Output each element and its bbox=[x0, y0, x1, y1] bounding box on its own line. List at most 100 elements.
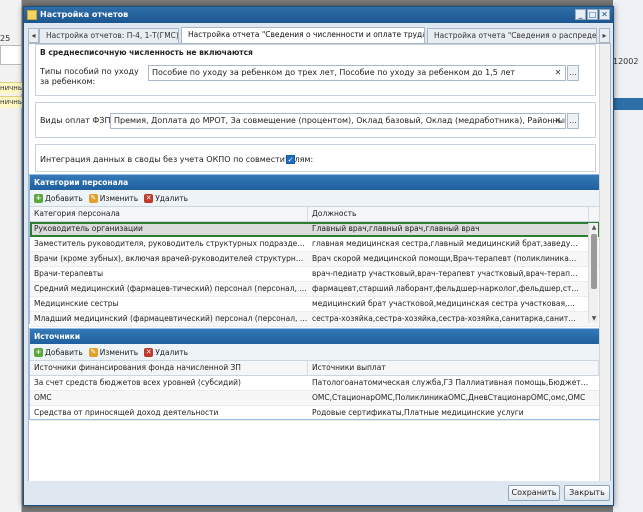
integration-fieldset: Интеграция данных в своды без учета ОКПО… bbox=[35, 144, 596, 172]
close-button[interactable]: Закрыть bbox=[564, 485, 610, 501]
scroll-thumb[interactable] bbox=[591, 234, 597, 289]
fzp-fieldset: Виды оплат ФЗП: Премия, Доплата до МРОТ,… bbox=[35, 102, 596, 138]
add-label: Добавить bbox=[45, 347, 83, 357]
background-selection-bar bbox=[613, 98, 643, 110]
minimize-button[interactable]: _ bbox=[575, 9, 586, 20]
tab-scroll-right-icon[interactable]: ▸ bbox=[599, 28, 610, 43]
column-header-position[interactable]: Должность bbox=[308, 207, 589, 221]
edit-icon: ✎ bbox=[88, 193, 98, 203]
categories-toolbar: + Добавить ✎ Изменить ✕ Удалить bbox=[30, 190, 599, 207]
table-row[interactable]: Средства от приносящей доход деятельност… bbox=[30, 406, 599, 421]
table-row[interactable]: Руководитель организации Главный врач,гл… bbox=[30, 222, 599, 237]
edit-label: Изменить bbox=[99, 347, 139, 357]
edit-source-button[interactable]: ✎ Изменить bbox=[88, 347, 139, 357]
dialog-footer: Сохранить Закрыть bbox=[24, 481, 613, 505]
delete-icon: ✕ bbox=[144, 193, 154, 203]
edit-icon: ✎ bbox=[88, 347, 98, 357]
delete-label: Удалить bbox=[155, 193, 189, 203]
table-row[interactable]: Младший медицинский (фармацевтический) п… bbox=[30, 312, 599, 327]
table-row[interactable]: Врачи-терапевты врач-педиатр участковый,… bbox=[30, 267, 599, 282]
benefit-types-label: Типы пособий по уходу за ребенком: bbox=[40, 67, 139, 86]
category-cell: Врачи (кроме зубных), включая врачей-рук… bbox=[34, 254, 308, 263]
payment-source-cell: Патологоанатомическая служба,ГЗ Паллиати… bbox=[312, 378, 593, 387]
table-row[interactable]: Медицинские сестры медицинский брат учас… bbox=[30, 297, 599, 312]
scroll-down-icon[interactable]: ▼ bbox=[589, 314, 599, 323]
sources-header: Источники bbox=[30, 329, 599, 344]
maximize-button[interactable]: □ bbox=[587, 9, 598, 20]
background-list-item: ничны bbox=[0, 96, 22, 108]
tab-strip: ◂ Настройка отчетов: П-4, 1-Т(ГМС), 1-Т … bbox=[28, 27, 611, 43]
categories-grid-header: Категория персонала Должность bbox=[30, 207, 599, 222]
tab-distribution-report[interactable]: Настройка отчета "Сведения о распределен… bbox=[427, 28, 597, 43]
add-icon: + bbox=[34, 193, 43, 203]
delete-icon: ✕ bbox=[144, 347, 154, 357]
sources-toolbar: + Добавить ✎ Изменить ✕ Удалить bbox=[30, 344, 599, 361]
exclusions-title: В среднесписочную численность не включаю… bbox=[40, 48, 253, 57]
benefit-types-select-button[interactable]: … bbox=[567, 65, 579, 81]
position-cell: медицинский брат участковой,медицинская … bbox=[312, 299, 579, 308]
content-scrollbar[interactable] bbox=[599, 44, 610, 482]
background-app-right: 12002 bbox=[613, 0, 643, 512]
column-header-funding-source[interactable]: Источники финансирования фонда начисленн… bbox=[30, 361, 308, 375]
sources-panel: Источники + Добавить ✎ Изменить ✕ Удалить И… bbox=[29, 328, 600, 421]
delete-label: Удалить bbox=[155, 347, 189, 357]
column-header-category[interactable]: Категория персонала bbox=[30, 207, 308, 221]
categories-header: Категории персонала bbox=[30, 175, 599, 190]
save-button[interactable]: Сохранить bbox=[508, 485, 560, 501]
fzp-select-button[interactable]: … bbox=[567, 113, 579, 129]
integration-checkbox[interactable]: ✓ bbox=[286, 155, 295, 164]
position-cell: врач-педиатр участковый,врач-терапевт уч… bbox=[312, 269, 579, 278]
delete-source-button[interactable]: ✕ Удалить bbox=[144, 347, 189, 357]
edit-category-button[interactable]: ✎ Изменить bbox=[88, 193, 139, 203]
sources-grid-header: Источники финансирования фонда начисленн… bbox=[30, 361, 599, 376]
category-cell: Врачи-терапевты bbox=[34, 269, 104, 278]
table-row[interactable]: Врачи (кроме зубных), включая врачей-рук… bbox=[30, 252, 599, 267]
column-header-payment-source[interactable]: Источники выплат bbox=[308, 361, 599, 375]
tab-report-p4[interactable]: Настройка отчетов: П-4, 1-Т(ГМС), 1-Т bbox=[39, 28, 179, 43]
clear-icon[interactable]: ✕ bbox=[553, 66, 563, 80]
delete-category-button[interactable]: ✕ Удалить bbox=[144, 193, 189, 203]
close-window-button[interactable]: ✕ bbox=[599, 9, 610, 20]
background-number: 25 bbox=[0, 34, 11, 43]
window-titlebar[interactable]: Настройка отчетов _ □ ✕ bbox=[24, 7, 613, 23]
position-cell: Главный врач,главный врач,главный врач bbox=[312, 224, 480, 233]
category-cell: Заместитель руководителя, руководитель с… bbox=[34, 239, 308, 248]
scroll-up-icon[interactable]: ▲ bbox=[589, 223, 599, 232]
category-cell: Медицинские сестры bbox=[34, 299, 119, 308]
benefit-types-field[interactable]: Пособие по уходу за ребенком до трех лет… bbox=[148, 65, 566, 81]
app-icon bbox=[27, 10, 37, 20]
exclusions-fieldset: В среднесписочную численность не включаю… bbox=[35, 44, 596, 96]
position-cell: фармацевт,старший лаборант,фельдшер-нарк… bbox=[312, 284, 579, 293]
position-cell: сестра-хозяйка,сестра-хозяйка,сестра-хоз… bbox=[312, 314, 579, 323]
categories-panel: Категории персонала + Добавить ✎ Изменить … bbox=[29, 174, 600, 327]
payment-source-cell: ОМС,СтационарОМС,ПоликлиникаОМС,ДневСтац… bbox=[312, 393, 586, 402]
report-settings-window: Настройка отчетов _ □ ✕ ◂ Настройка отче… bbox=[23, 6, 614, 506]
edit-label: Изменить bbox=[99, 193, 139, 203]
categories-scrollbar[interactable]: ▲ ▼ bbox=[588, 223, 598, 323]
table-row[interactable]: За счет средств бюджетов всех уровней (с… bbox=[30, 376, 599, 391]
tab-staff-pay-report[interactable]: Настройка отчета "Сведения о численности… bbox=[181, 27, 425, 43]
clear-icon[interactable]: ✕ bbox=[553, 114, 563, 128]
funding-source-cell: За счет средств бюджетов всех уровней (с… bbox=[34, 378, 241, 387]
payment-source-cell: Родовые сертификаты,Платные медицинские … bbox=[312, 408, 524, 417]
add-category-button[interactable]: + Добавить bbox=[34, 193, 83, 203]
add-label: Добавить bbox=[45, 193, 83, 203]
integration-label: Интеграция данных в своды без учета ОКПО… bbox=[40, 155, 314, 164]
fzp-field[interactable]: Премия, Доплата до МРОТ, За совмещение (… bbox=[110, 113, 566, 129]
position-cell: Врач скорой медицинской помощи,Врач-тера… bbox=[312, 254, 579, 263]
add-icon: + bbox=[34, 347, 43, 357]
add-source-button[interactable]: + Добавить bbox=[34, 347, 83, 357]
category-cell: Младший медицинский (фармацевтический) п… bbox=[34, 314, 308, 323]
background-app-left: 25 ничны ничны bbox=[0, 0, 22, 512]
table-row[interactable]: ОМС ОМС,СтационарОМС,ПоликлиникаОМС,Днев… bbox=[30, 391, 599, 406]
position-cell: главная медицинская сестра,главный медиц… bbox=[312, 239, 579, 248]
table-row[interactable]: Средний медицинский (фармацев-тический) … bbox=[30, 282, 599, 297]
category-cell: Средний медицинский (фармацев-тический) … bbox=[34, 284, 308, 293]
tab-scroll-left-icon[interactable]: ◂ bbox=[28, 28, 39, 43]
table-row[interactable]: Заместитель руководителя, руководитель с… bbox=[30, 237, 599, 252]
funding-source-cell: Средства от приносящей доход деятельност… bbox=[34, 408, 219, 417]
background-right-text: 12002 bbox=[613, 57, 639, 66]
window-title: Настройка отчетов bbox=[40, 10, 129, 19]
background-list-item: ничны bbox=[0, 82, 22, 94]
category-cell: Руководитель организации bbox=[34, 224, 143, 233]
